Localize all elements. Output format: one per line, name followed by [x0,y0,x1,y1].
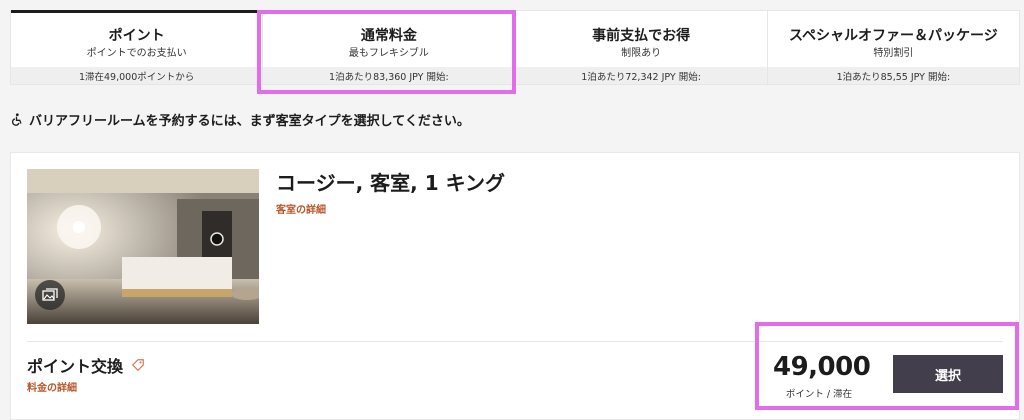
rate-details-link[interactable]: 料金の詳細 [27,379,77,394]
tab-price: 1泊あたり85,55 JPY 開始: [767,67,1019,84]
tab-title: 通常料金 [360,28,417,44]
tab-title: スペシャルオファー＆パッケージ [789,28,998,44]
tab-price: 1泊あたり72,342 JPY 開始: [515,67,767,84]
room-title: コージー, 客室, 1 キング [276,171,505,195]
tab-subtitle: 特別割引 [873,48,914,59]
wheelchair-icon [11,113,22,126]
room-card: コージー, 客室, 1 キング 客室の詳細 ポイント交換 料金の詳細 49,00… [10,152,1020,420]
tag-icon [131,359,144,372]
divider [27,341,1003,342]
gallery-button[interactable] [35,280,65,310]
tab-points[interactable]: ポイント ポイントでのお支払い 1滞在49,000ポイントから [11,10,264,84]
room-details-link[interactable]: 客室の詳細 [276,201,326,216]
tab-title: ポイント [108,28,165,44]
tab-prepay[interactable]: 事前支払でお得 制限あり 1泊あたり72,342 JPY 開始: [515,11,768,84]
tab-subtitle: 最もフレキシブル [348,48,429,59]
notice-text: バリアフリールームを予約するには、まず客室タイプを選択してください。 [29,114,470,129]
rate-title: ポイント交換 [27,353,145,377]
tab-special-offers[interactable]: スペシャルオファー＆パッケージ 特別割引 1泊あたり85,55 JPY 開始: [767,11,1019,84]
accessibility-notice: バリアフリールームを予約するには、まず客室タイプを選択してください。 [10,110,470,129]
tab-subtitle: ポイントでのお支払い [86,48,187,59]
tab-subtitle: 制限あり [621,48,662,59]
room-image[interactable] [27,169,259,324]
tab-title: 事前支払でお得 [592,28,691,44]
rate-tabs: ポイント ポイントでのお支払い 1滞在49,000ポイントから 通常料金 最もフ… [10,10,1020,85]
photo-gallery-icon [42,288,58,301]
tab-standard-rate[interactable]: 通常料金 最もフレキシブル 1泊あたり83,360 JPY 開始: [263,11,516,84]
points-unit: ポイント / 滞在 [785,389,853,400]
rate-title-text: ポイント交換 [27,357,124,376]
tab-price: 1滞在49,000ポイントから [11,67,263,84]
points-value: 49,000 [773,352,871,382]
select-button[interactable]: 選択 [893,355,1003,393]
tab-price: 1泊あたり83,360 JPY 開始: [263,67,515,84]
